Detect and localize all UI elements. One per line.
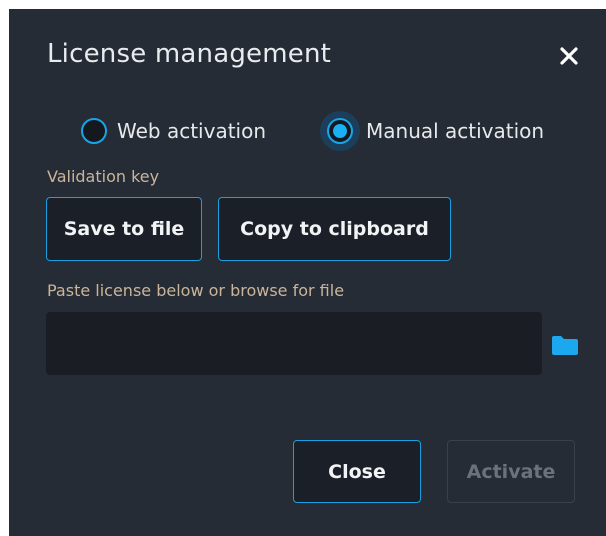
web-activation-label: Web activation bbox=[117, 119, 267, 143]
copy-to-clipboard-button[interactable]: Copy to clipboard bbox=[218, 197, 451, 261]
dialog-title: License management bbox=[47, 39, 332, 69]
manual-activation-label: Manual activation bbox=[366, 119, 545, 143]
radio-circle-unselected bbox=[81, 118, 107, 144]
license-management-dialog: License management Web activation Manual… bbox=[9, 9, 606, 536]
manual-activation-radio[interactable]: Manual activation bbox=[320, 111, 544, 151]
radio-circle-selected bbox=[327, 118, 353, 144]
paste-license-label: Paste license below or browse for file bbox=[47, 281, 345, 300]
close-button[interactable]: Close bbox=[293, 440, 421, 503]
close-icon[interactable] bbox=[554, 41, 584, 71]
activate-button[interactable]: Activate bbox=[447, 440, 575, 503]
web-activation-radio[interactable]: Web activation bbox=[81, 111, 266, 151]
folder-icon[interactable] bbox=[551, 334, 579, 356]
radio-focus-halo bbox=[320, 111, 360, 151]
validation-key-label: Validation key bbox=[47, 167, 160, 186]
license-input[interactable] bbox=[46, 312, 542, 375]
save-to-file-button[interactable]: Save to file bbox=[46, 197, 202, 261]
